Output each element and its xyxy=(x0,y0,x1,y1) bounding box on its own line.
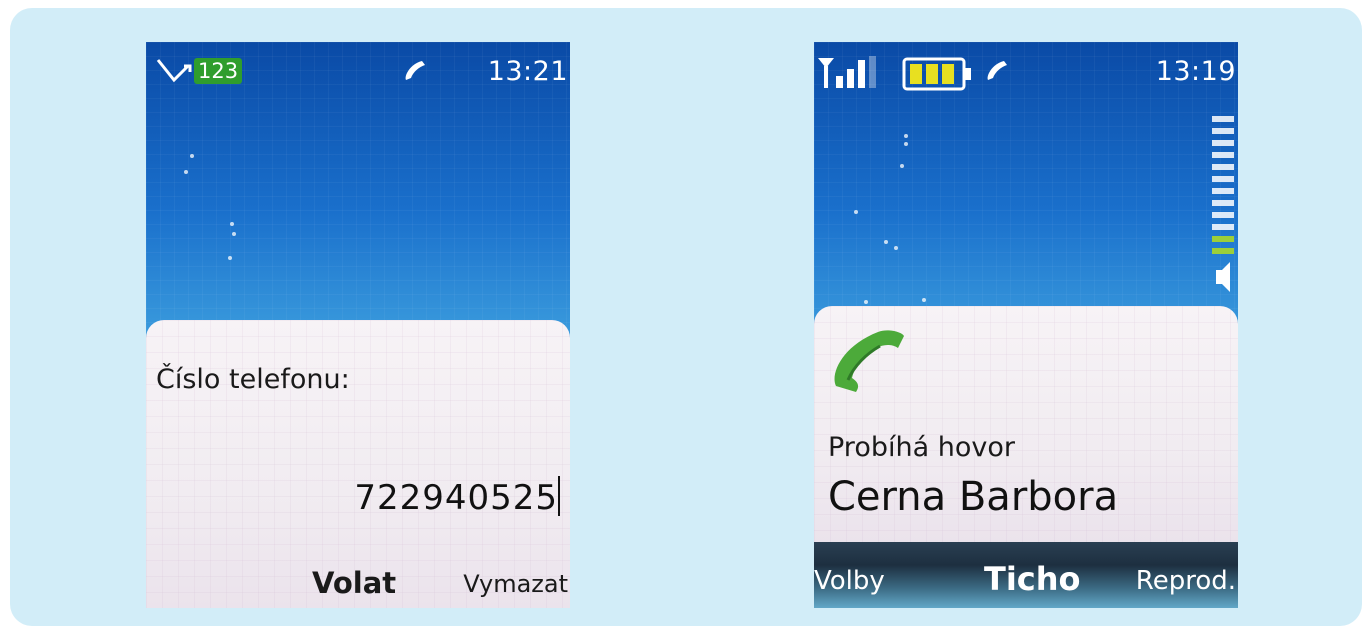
volume-bar xyxy=(1212,200,1234,206)
volume-bar xyxy=(1212,176,1234,182)
phone-screen-call: 13:19 Probíhá hovor Cerna Barbora Volby … xyxy=(814,42,1238,608)
status-bar: 123 13:21 xyxy=(146,42,570,102)
volume-icon[interactable] xyxy=(1210,114,1236,294)
clock-time: 13:21 xyxy=(487,56,568,87)
phone-screen-dialer: 123 13:21 Číslo telefonu: 722940525 Vola… xyxy=(146,42,570,608)
softkey-bar: Volby Ticho Reprod. xyxy=(814,542,1238,608)
clear-softkey[interactable]: Vymazat xyxy=(463,570,568,598)
call-softkey[interactable]: Volat xyxy=(312,566,396,600)
missed-call-icon xyxy=(156,59,192,83)
volume-bar xyxy=(1212,224,1234,230)
softkey-bar: Volat Vymazat xyxy=(146,562,570,608)
call-status-text: Probíhá hovor xyxy=(828,432,1015,463)
volume-bar xyxy=(1212,152,1234,158)
status-bar: 13:19 xyxy=(814,42,1238,102)
call-handset-icon xyxy=(834,330,904,392)
volume-bar xyxy=(1212,248,1234,254)
volume-bar xyxy=(1212,128,1234,134)
volume-bar xyxy=(1212,188,1234,194)
caller-name: Cerna Barbora xyxy=(828,474,1119,520)
options-softkey[interactable]: Volby xyxy=(814,566,885,596)
volume-bar xyxy=(1212,164,1234,170)
phone-number-input[interactable]: 722940525 xyxy=(354,478,558,518)
volume-bar xyxy=(1212,212,1234,218)
call-panel: Probíhá hovor Cerna Barbora xyxy=(814,306,1238,542)
speaker-softkey[interactable]: Reprod. xyxy=(1136,566,1236,596)
volume-bar xyxy=(1212,236,1234,242)
battery-icon xyxy=(902,57,971,91)
volume-bar xyxy=(1212,140,1234,146)
mute-softkey[interactable]: Ticho xyxy=(984,560,1081,598)
clock-time: 13:19 xyxy=(1155,56,1236,87)
volume-bar xyxy=(1212,116,1234,122)
text-cursor xyxy=(558,476,560,516)
signal-strength-icon xyxy=(818,56,876,88)
phone-number-label: Číslo telefonu: xyxy=(156,364,350,395)
handset-icon xyxy=(987,61,1007,80)
input-mode-badge: 123 xyxy=(194,58,243,84)
handset-icon xyxy=(405,61,425,80)
